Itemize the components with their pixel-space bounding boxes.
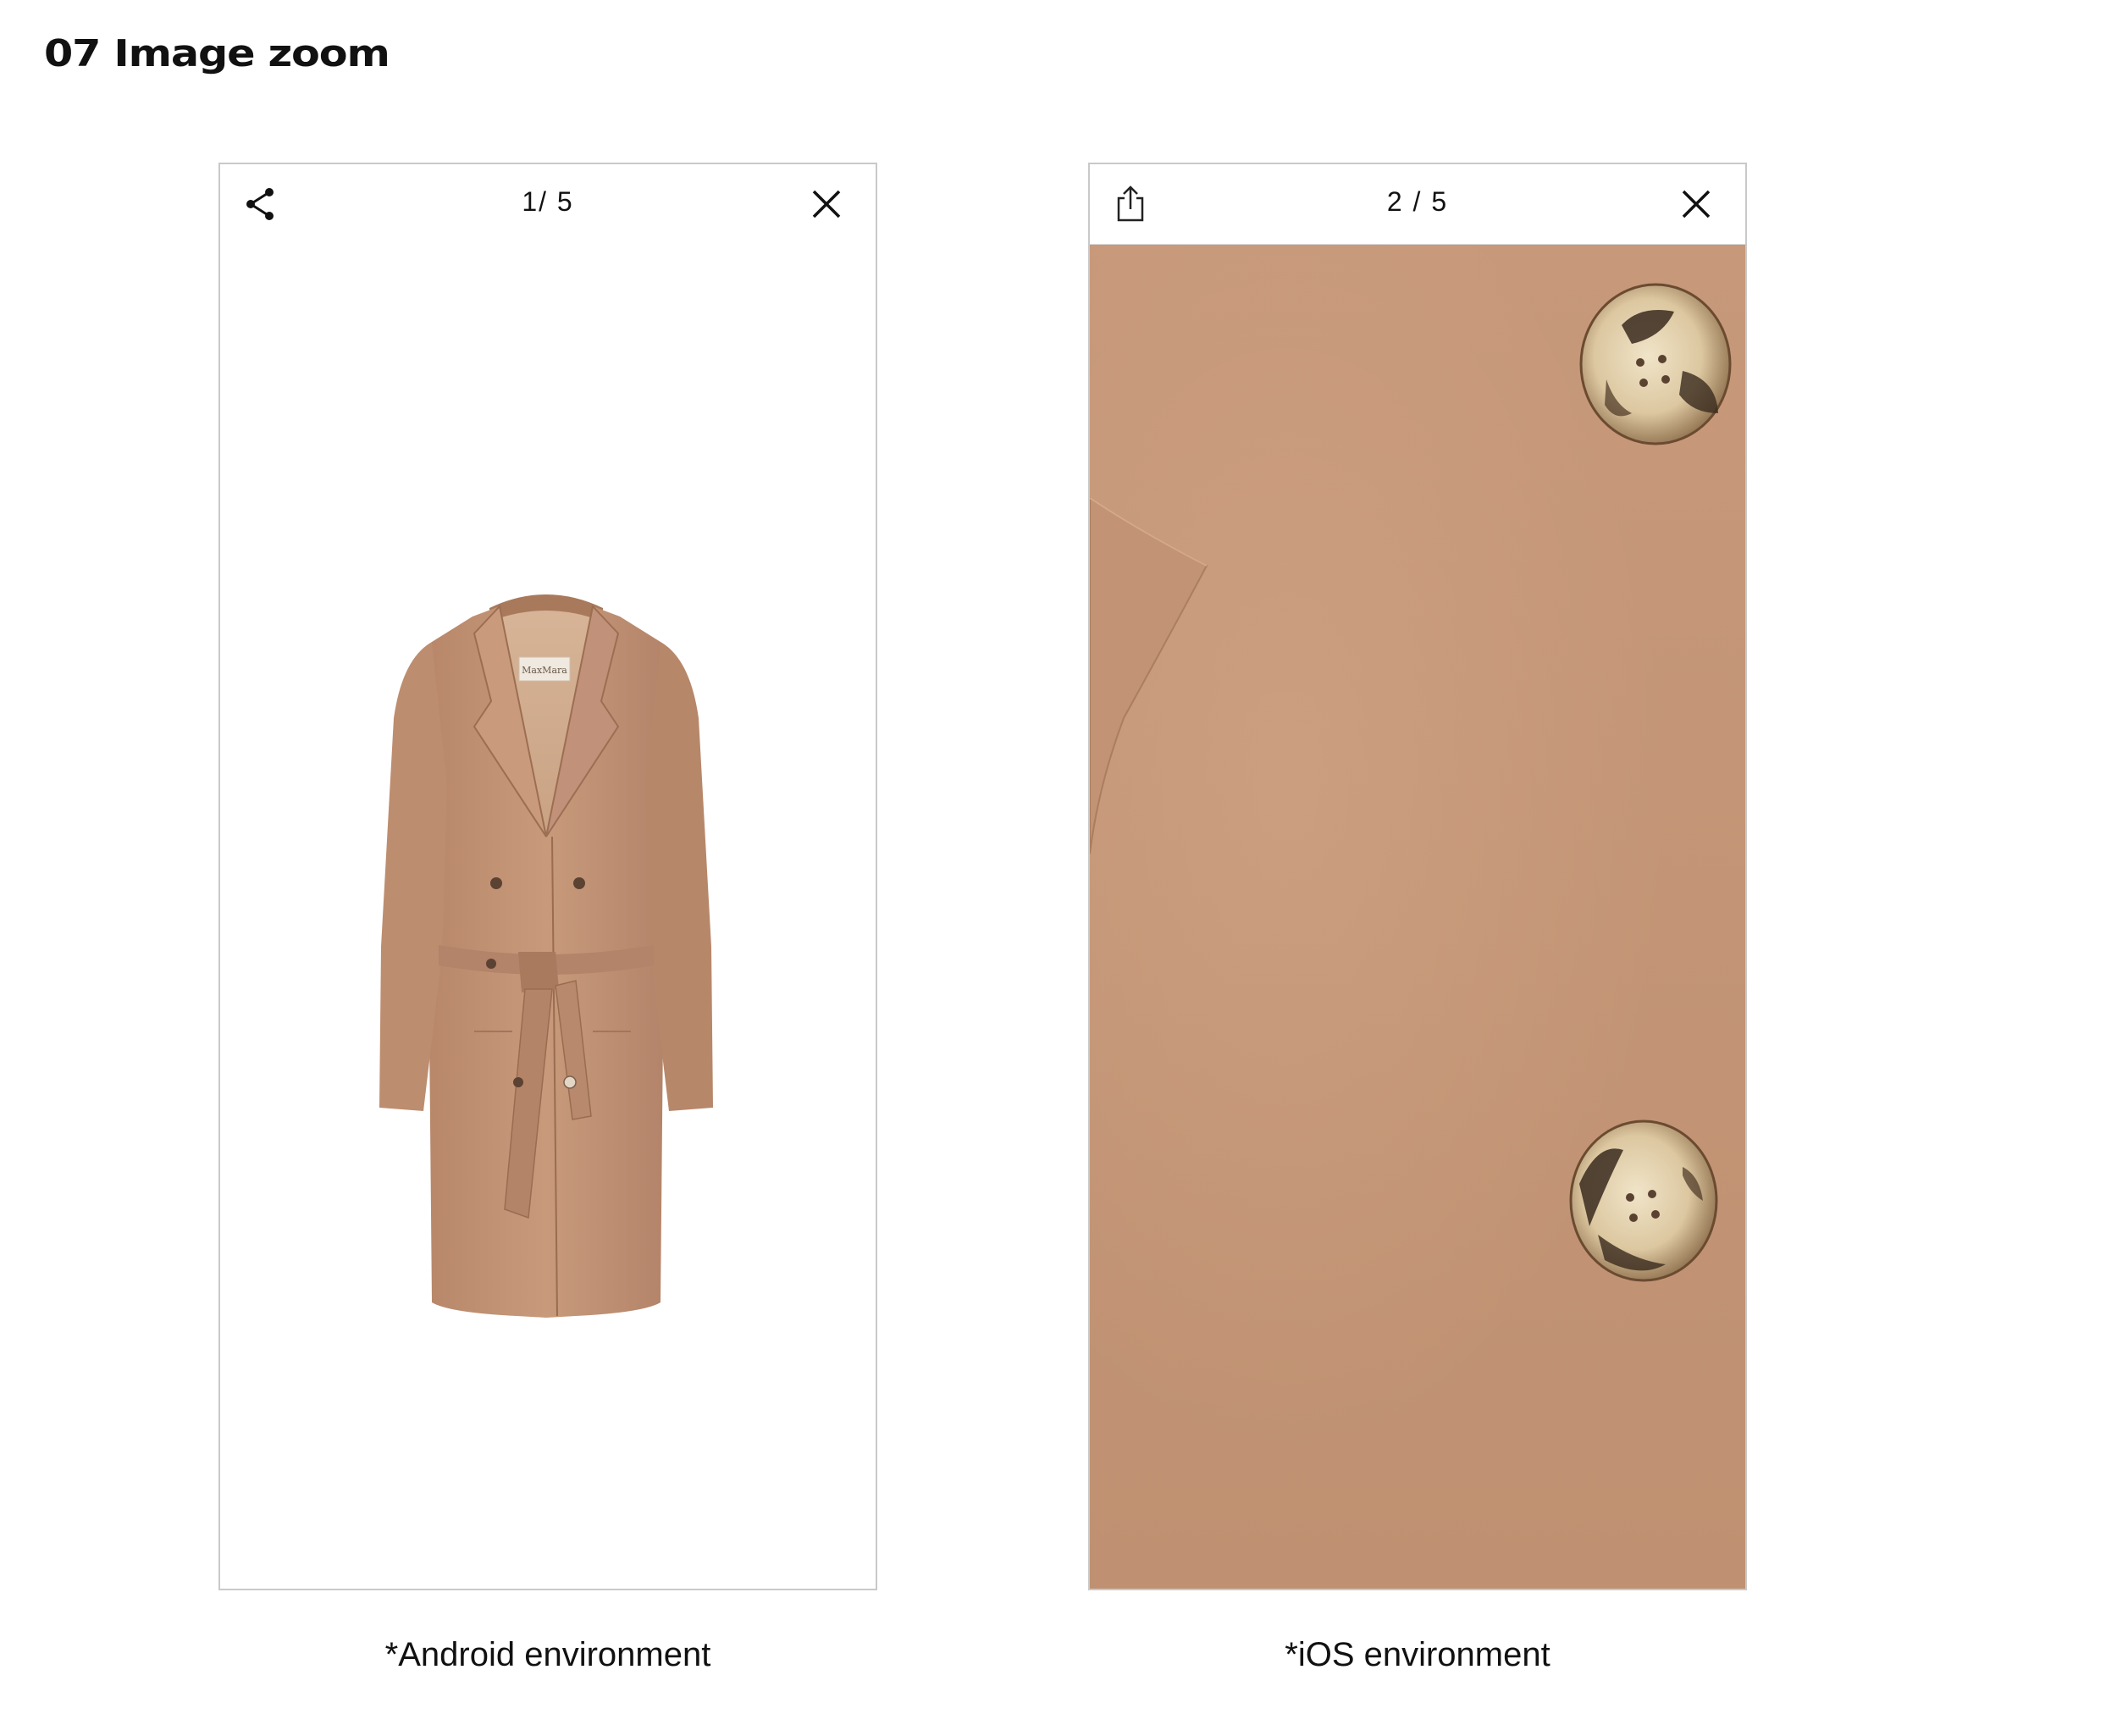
brand-label: MaxMara	[522, 665, 567, 676]
ios-caption: *iOS environment	[1285, 1636, 1550, 1673]
ios-phone-frame: 2 / 5	[1088, 163, 1747, 1590]
tortoiseshell-button-top	[1579, 283, 1732, 445]
coat-zoom-detail	[1090, 283, 1732, 1282]
ios-top-bar: 2 / 5	[1090, 164, 1745, 245]
image-counter: 1/ 5	[522, 186, 574, 217]
ios-zoomed-image-stage[interactable]	[1090, 244, 1745, 1589]
close-icon[interactable]	[1676, 184, 1716, 224]
coat-full-image: MaxMara	[379, 594, 713, 1318]
android-image-stage[interactable]: MaxMara	[220, 244, 876, 1589]
android-caption: *Android environment	[384, 1636, 711, 1673]
android-phone-frame: 1/ 5 MaxMara	[218, 163, 877, 1590]
section-title: 07 Image zoom	[44, 32, 390, 75]
android-top-bar: 1/ 5	[220, 164, 876, 244]
close-icon[interactable]	[806, 184, 847, 224]
image-counter: 2 / 5	[1386, 186, 1449, 217]
tortoiseshell-button-bottom	[1569, 1120, 1718, 1282]
image-zoom-page: 07 Image zoom 1/ 5 MaxMara 2 / 5 *Androi…	[0, 0, 2117, 1736]
